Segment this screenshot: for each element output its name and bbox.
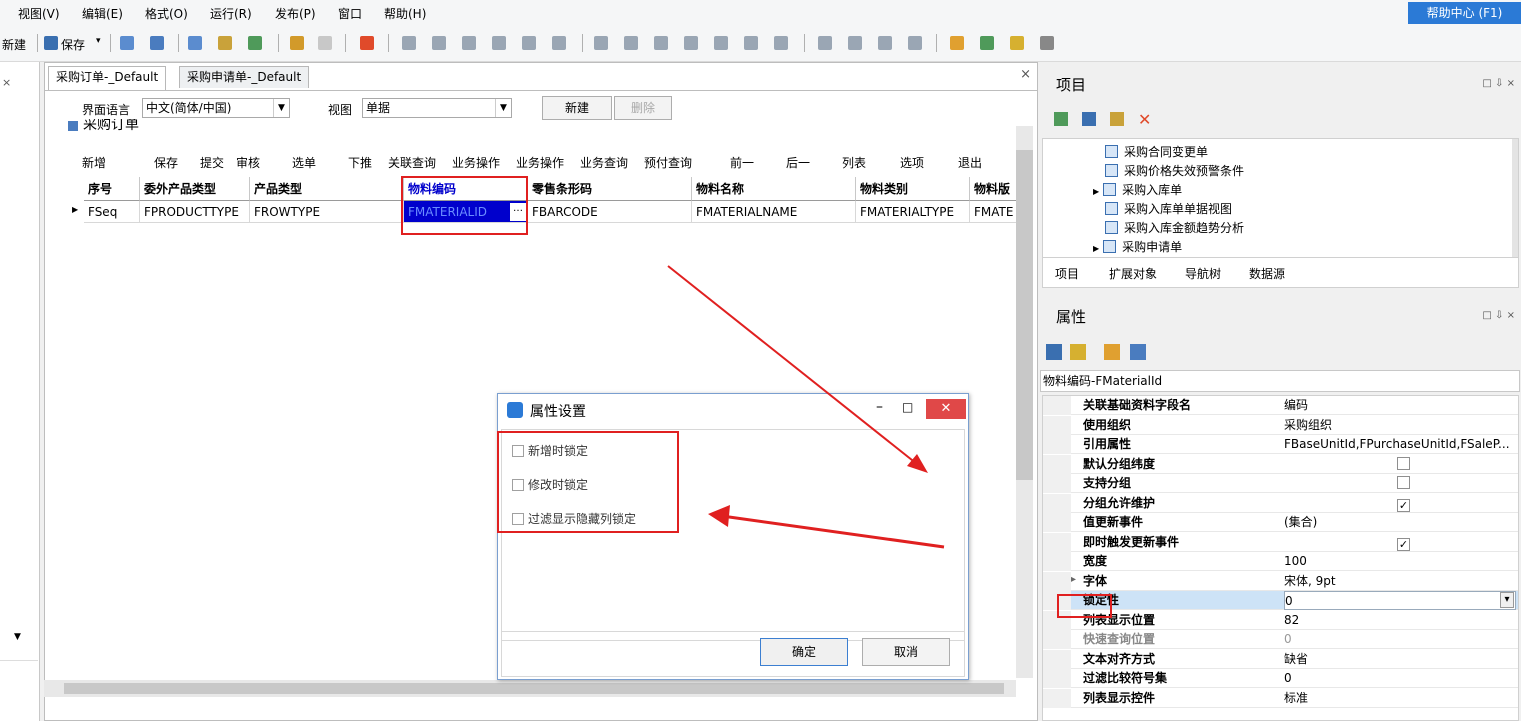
annotation-arrows [667,265,945,549]
arrow-line [721,514,945,549]
arrow-line [667,265,923,469]
arrow-head [708,505,730,527]
arrow-head [907,454,928,473]
